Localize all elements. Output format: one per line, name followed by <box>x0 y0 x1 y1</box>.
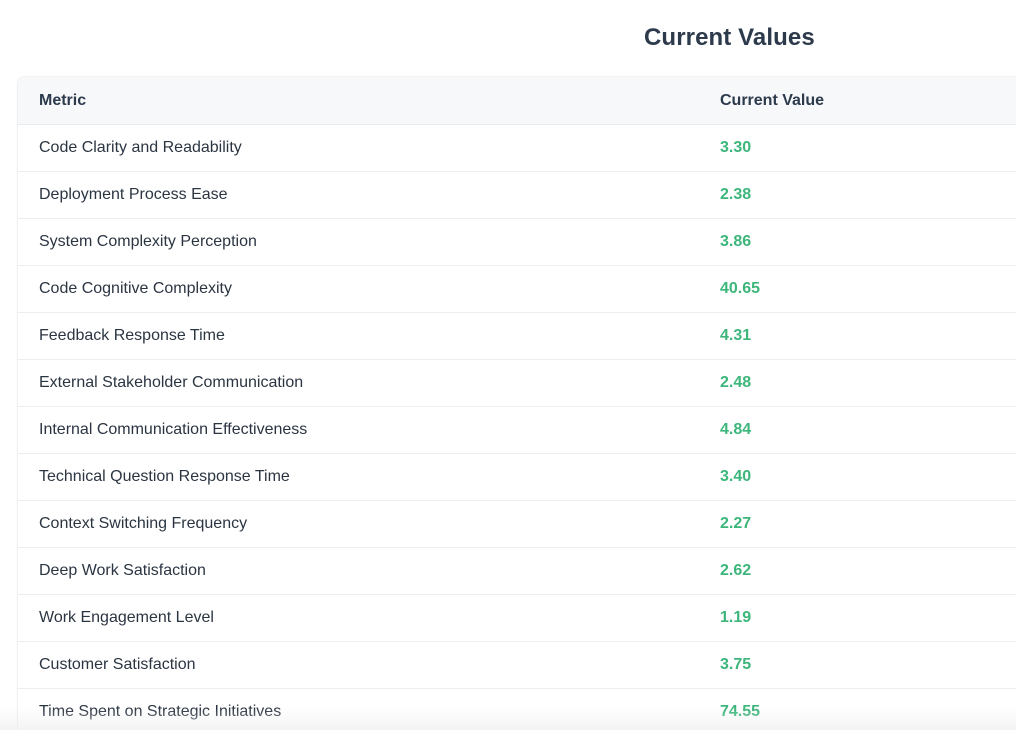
column-header-metric: Metric <box>39 92 87 109</box>
column-header-current-value: Current Value <box>720 92 825 109</box>
table-row: Code Cognitive Complexity 40.65 <box>18 266 1016 313</box>
metric-name: Time Spent on Strategic Initiatives <box>39 703 282 720</box>
metric-value: 4.84 <box>720 421 752 438</box>
metrics-table: Metric Current Value Code Clarity and Re… <box>18 77 1016 730</box>
table-row: System Complexity Perception 3.86 <box>18 219 1016 266</box>
metric-name: Work Engagement Level <box>39 609 214 626</box>
metric-name: Code Cognitive Complexity <box>39 280 232 297</box>
page: Current Values Metric Current Value Code… <box>0 0 1016 730</box>
table-header: Metric Current Value <box>18 77 1016 125</box>
table-body: Code Clarity and Readability 3.30 Deploy… <box>18 125 1016 730</box>
table-row: Customer Satisfaction 3.75 <box>18 642 1016 689</box>
metric-value: 2.48 <box>720 374 752 391</box>
table-row: Work Engagement Level 1.19 <box>18 595 1016 642</box>
metric-value: 40.65 <box>720 280 761 297</box>
metric-value: 3.40 <box>720 468 752 485</box>
metric-name: Feedback Response Time <box>39 327 225 344</box>
table-row: Code Clarity and Readability 3.30 <box>18 125 1016 172</box>
metric-name: Context Switching Frequency <box>39 515 248 532</box>
metric-value: 2.27 <box>720 515 752 532</box>
metric-value: 4.31 <box>720 327 752 344</box>
metric-value: 3.75 <box>720 656 752 673</box>
metric-name: Deep Work Satisfaction <box>39 562 206 579</box>
page-title: Current Values <box>644 24 815 51</box>
table-row: External Stakeholder Communication 2.48 <box>18 360 1016 407</box>
metric-value: 2.38 <box>720 186 752 203</box>
metric-value: 2.62 <box>720 562 752 579</box>
metric-name: Internal Communication Effectiveness <box>39 421 308 438</box>
metric-value: 74.55 <box>720 703 761 720</box>
table-row: Feedback Response Time 4.31 <box>18 313 1016 360</box>
metric-name: Deployment Process Ease <box>39 186 228 203</box>
table-row: Deep Work Satisfaction 2.62 <box>18 548 1016 595</box>
table-row: Internal Communication Effectiveness 4.8… <box>18 407 1016 454</box>
metric-value: 3.30 <box>720 139 752 156</box>
table-row: Deployment Process Ease 2.38 <box>18 172 1016 219</box>
table-row: Technical Question Response Time 3.40 <box>18 454 1016 501</box>
table-row: Context Switching Frequency 2.27 <box>18 501 1016 548</box>
metric-value: 3.86 <box>720 233 752 250</box>
table-row: Time Spent on Strategic Initiatives 74.5… <box>18 689 1016 730</box>
metric-name: Code Clarity and Readability <box>39 139 242 156</box>
metric-name: Technical Question Response Time <box>39 468 290 485</box>
metric-name: External Stakeholder Communication <box>39 374 304 391</box>
metric-name: Customer Satisfaction <box>39 656 196 673</box>
metric-name: System Complexity Perception <box>39 233 257 250</box>
metric-value: 1.19 <box>720 609 752 626</box>
